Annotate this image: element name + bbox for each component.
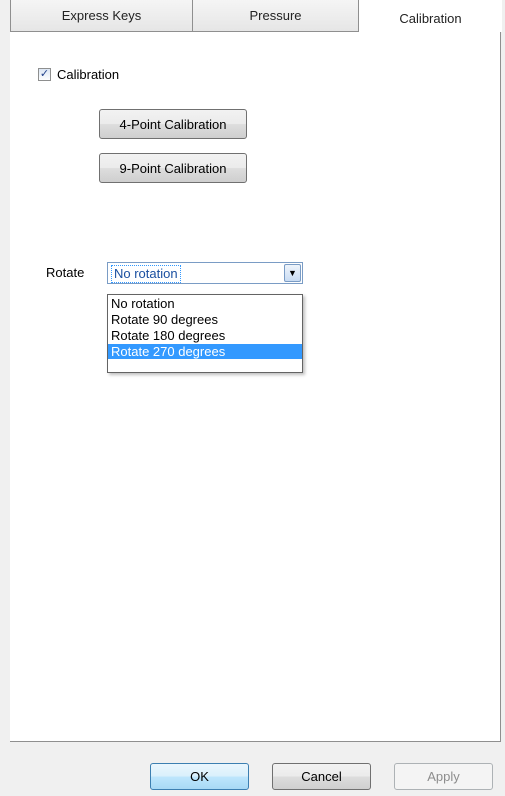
chevron-down-icon[interactable]: ▼ [284, 264, 301, 282]
ok-button[interactable]: OK [150, 763, 249, 790]
calibration-checkbox[interactable]: ✓ [38, 68, 51, 81]
tab-panel [10, 32, 501, 742]
rotate-dropdown-list: No rotation Rotate 90 degrees Rotate 180… [107, 294, 303, 373]
calibration-checkbox-row[interactable]: ✓ Calibration [38, 67, 119, 82]
cancel-button[interactable]: Cancel [272, 763, 371, 790]
rotate-option-180[interactable]: Rotate 180 degrees [108, 328, 302, 343]
rotate-selected-value: No rotation [111, 265, 181, 283]
rotate-option-90[interactable]: Rotate 90 degrees [108, 312, 302, 327]
calibration-checkbox-label: Calibration [57, 67, 120, 82]
tab-pressure[interactable]: Pressure [192, 0, 359, 32]
nine-point-calibration-button[interactable]: 9-Point Calibration [99, 153, 247, 183]
rotate-option-270[interactable]: Rotate 270 degrees [108, 344, 302, 359]
apply-button[interactable]: Apply [394, 763, 493, 790]
rotate-select[interactable]: No rotation ▼ [107, 262, 303, 284]
four-point-calibration-button[interactable]: 4-Point Calibration [99, 109, 247, 139]
rotate-option-none[interactable]: No rotation [108, 296, 302, 311]
rotate-label: Rotate [46, 265, 85, 280]
tab-calibration[interactable]: Calibration [358, 0, 502, 32]
tab-express-keys[interactable]: Express Keys [10, 0, 193, 32]
